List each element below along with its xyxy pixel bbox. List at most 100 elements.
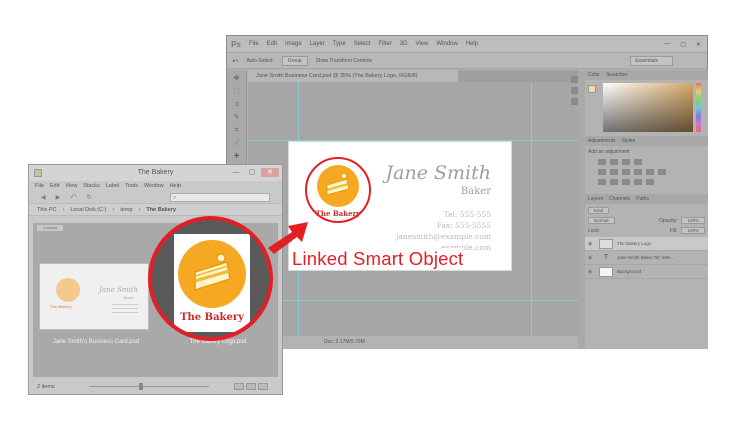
lasso-tool-icon[interactable]: ↄ	[232, 101, 242, 109]
card-title: Baker	[460, 186, 491, 197]
tab-paths[interactable]: Paths	[636, 196, 649, 202]
forward-icon[interactable]: ▶	[56, 194, 61, 201]
ps-close-button[interactable]: ✕	[696, 41, 701, 48]
vibrance-icon[interactable]	[598, 169, 606, 175]
history-icon[interactable]	[571, 76, 578, 83]
bakery-logo-highlight[interactable]: The Bakery	[305, 157, 371, 223]
menu-label[interactable]: Label	[106, 183, 119, 189]
quick-select-tool-icon[interactable]: ✎	[232, 114, 242, 122]
ps-document-tab[interactable]: Jane Smith Business Card.psd @ 35% (The …	[248, 70, 458, 82]
search-input[interactable]: ⌕	[170, 192, 270, 202]
ps-menu-type[interactable]: Type	[329, 41, 350, 47]
detail-view-button[interactable]	[258, 383, 268, 390]
auto-select-checkbox[interactable]: Auto-Select:	[246, 58, 273, 64]
tab-color[interactable]: Color	[588, 72, 600, 78]
color-field[interactable]	[603, 83, 693, 132]
marquee-tool-icon[interactable]: ⬚	[232, 88, 242, 96]
menu-stacks[interactable]: Stacks	[83, 183, 100, 189]
ps-menu-view[interactable]: View	[411, 41, 432, 47]
menu-file[interactable]: File	[35, 183, 44, 189]
tab-content[interactable]: Content	[37, 225, 63, 231]
ps-menu-window[interactable]: Window	[432, 41, 461, 47]
layers-panel-tabs: Layers Channels Paths	[585, 194, 708, 204]
levels-icon[interactable]	[610, 159, 618, 165]
show-transform-checkbox[interactable]: Show Transform Controls	[316, 58, 372, 64]
tab-adjustments[interactable]: Adjustments	[588, 138, 616, 144]
list-view-button[interactable]	[246, 383, 256, 390]
explorer-title: The Bakery	[137, 169, 174, 176]
channel-mixer-icon[interactable]	[658, 169, 666, 175]
brightness-icon[interactable]	[598, 159, 606, 165]
menu-window[interactable]: Window	[144, 183, 164, 189]
crop-tool-icon[interactable]: ⌗	[232, 127, 242, 135]
menu-tools[interactable]: Tools	[125, 183, 138, 189]
move-tool-icon[interactable]: ✥	[232, 75, 242, 83]
ps-menu-edit[interactable]: Edit	[263, 41, 281, 47]
minimize-button[interactable]: —	[229, 168, 243, 177]
blend-mode-dropdown[interactable]: Normal	[588, 217, 615, 224]
fill-field[interactable]: 100%	[681, 227, 705, 234]
tab-layers[interactable]: Layers	[588, 196, 603, 202]
grid-view-button[interactable]	[234, 383, 244, 390]
layer-row[interactable]: ◉ The Bakery Logo	[585, 237, 708, 251]
selective-color-icon[interactable]	[646, 179, 654, 185]
business-card-thumbnail[interactable]: The Bakery Jane Smith Baker	[39, 263, 149, 330]
info-icon[interactable]	[571, 98, 578, 105]
menu-help[interactable]: Help	[170, 183, 181, 189]
thumbnail-size-slider[interactable]	[89, 383, 209, 390]
auto-select-dropdown[interactable]: Group	[281, 55, 308, 66]
menu-view[interactable]: View	[65, 183, 77, 189]
eyedropper-tool-icon[interactable]: ⟋	[232, 140, 242, 148]
invert-icon[interactable]	[598, 179, 606, 185]
ps-menu-3d[interactable]: 3D	[396, 41, 412, 47]
breadcrumb-item[interactable]: This PC	[37, 207, 57, 213]
card-name: Jane Smith	[385, 162, 491, 184]
ps-menu-layer[interactable]: Layer	[306, 41, 329, 47]
refresh-icon[interactable]: ↻	[87, 194, 92, 201]
black-white-icon[interactable]	[634, 169, 642, 175]
back-icon[interactable]: ◀	[41, 194, 46, 201]
layer-row[interactable]: ◉ T Jane Smith Baker Tel: 555-...	[585, 251, 708, 265]
ps-menu-image[interactable]: Image	[281, 41, 306, 47]
ps-maximize-button[interactable]: ▢	[680, 41, 686, 48]
opacity-field[interactable]: 100%	[681, 217, 705, 224]
eye-icon[interactable]: ◉	[585, 241, 595, 247]
move-tool-icon[interactable]: ▸+	[233, 58, 238, 64]
workspace-dropdown[interactable]: Essentials	[630, 55, 673, 66]
breadcrumb-item[interactable]: Local Disk (C:)	[70, 207, 106, 213]
photo-filter-icon[interactable]	[646, 169, 654, 175]
gradient-map-icon[interactable]	[634, 179, 642, 185]
ps-menu-help[interactable]: Help	[462, 41, 482, 47]
menu-edit[interactable]: Edit	[50, 183, 59, 189]
curves-icon[interactable]	[622, 159, 630, 165]
ps-menu-file[interactable]: File	[245, 41, 263, 47]
ps-minimize-button[interactable]: —	[664, 41, 670, 48]
tab-swatches[interactable]: Swatches	[606, 72, 628, 78]
maximize-button[interactable]: ▢	[245, 168, 259, 177]
properties-icon[interactable]	[571, 87, 578, 94]
posterize-icon[interactable]	[610, 179, 618, 185]
ps-menu-filter[interactable]: Filter	[374, 41, 395, 47]
slider-handle[interactable]	[139, 383, 143, 390]
close-button[interactable]: ✕	[261, 168, 279, 177]
exposure-icon[interactable]	[634, 159, 642, 165]
background-thumbnail	[599, 266, 613, 277]
file-caption[interactable]: Jane Smith's Business Card.psd	[35, 339, 157, 345]
breadcrumb-item-current[interactable]: The Bakery	[146, 207, 176, 213]
hue-saturation-icon[interactable]	[610, 169, 618, 175]
tab-channels[interactable]: Channels	[609, 196, 630, 202]
layer-row[interactable]: ◉ Background	[585, 265, 708, 279]
bakery-logo-file-preview[interactable]: The Bakery	[174, 234, 250, 332]
layer-kind-filter[interactable]: Kind	[588, 207, 610, 214]
hue-slider[interactable]	[696, 83, 701, 132]
healing-tool-icon[interactable]: ✚	[232, 153, 242, 161]
threshold-icon[interactable]	[622, 179, 630, 185]
eye-icon[interactable]: ◉	[585, 269, 595, 275]
breadcrumb-item[interactable]: temp	[120, 207, 132, 213]
tab-styles[interactable]: Styles	[622, 138, 636, 144]
foreground-swatch[interactable]	[588, 85, 596, 93]
color-balance-icon[interactable]	[622, 169, 630, 175]
boomerang-icon[interactable]: ⤺	[70, 194, 76, 201]
eye-icon[interactable]: ◉	[585, 255, 595, 261]
ps-menu-select[interactable]: Select	[350, 41, 375, 47]
